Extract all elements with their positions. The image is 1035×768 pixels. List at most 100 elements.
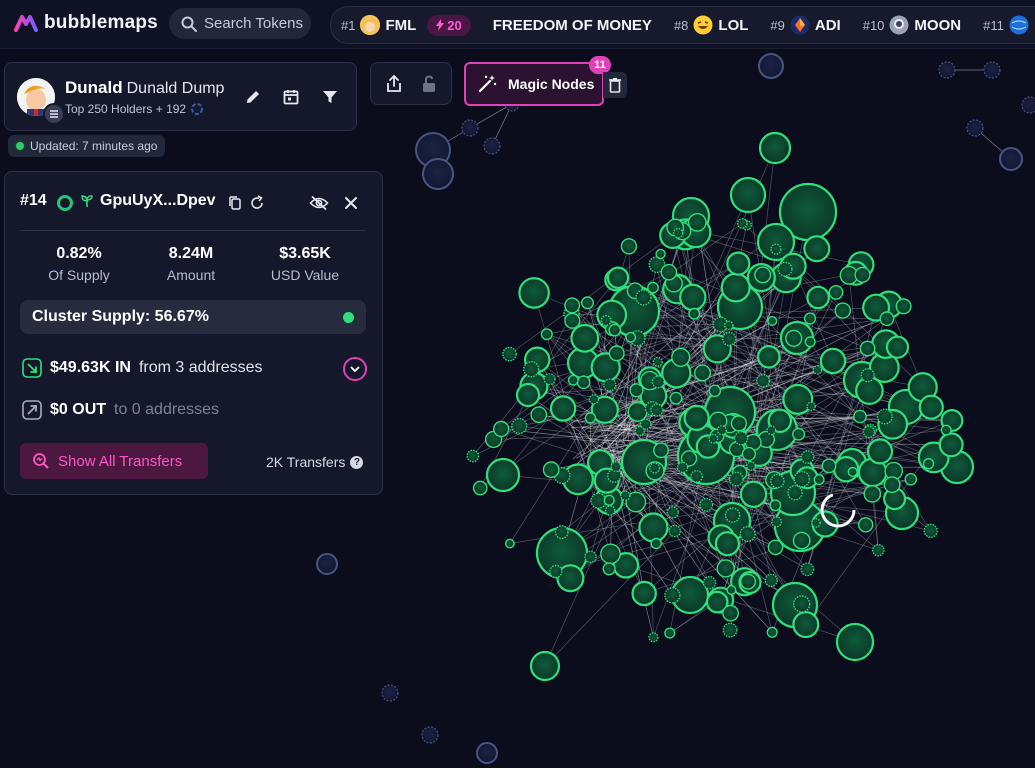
holder-bubble[interactable] — [631, 580, 657, 607]
holder-bubble[interactable] — [918, 394, 944, 420]
holder-bubble[interactable] — [421, 726, 439, 744]
holder-bubble[interactable] — [777, 261, 793, 277]
holder-bubble[interactable] — [758, 53, 784, 79]
holder-bubble[interactable] — [664, 627, 676, 639]
holder-bubble[interactable] — [603, 378, 617, 392]
holder-bubble[interactable] — [567, 374, 579, 386]
holder-bubble[interactable] — [668, 524, 682, 538]
holder-bubble[interactable] — [741, 446, 757, 462]
holder-bubble[interactable] — [756, 373, 770, 388]
holder-bubble[interactable] — [835, 622, 875, 662]
holder-bubble[interactable] — [483, 137, 501, 155]
holder-bubble[interactable] — [651, 375, 665, 389]
share-button[interactable] — [382, 72, 406, 96]
holder-bubble[interactable] — [653, 442, 669, 459]
holder-bubble[interactable] — [999, 147, 1023, 171]
holder-bubble[interactable] — [702, 575, 717, 590]
holder-bubble[interactable] — [812, 365, 823, 375]
holder-bubble[interactable] — [883, 476, 901, 494]
holder-bubble[interactable] — [716, 559, 735, 578]
holder-bubble[interactable] — [564, 312, 581, 329]
holder-bubble[interactable] — [767, 316, 778, 327]
holder-bubble[interactable] — [722, 331, 737, 347]
search-tokens-button[interactable]: Search Tokens — [169, 8, 311, 39]
holder-bubble[interactable] — [683, 404, 710, 431]
holder-bubble[interactable] — [803, 312, 817, 325]
ticker-item-freedom-of-money[interactable]: FREEDOM OF MONEY — [493, 17, 652, 34]
holder-bubble[interactable] — [793, 595, 811, 613]
holder-bubble[interactable] — [690, 469, 703, 483]
holder-bubble[interactable] — [714, 531, 741, 557]
holder-bubble[interactable] — [803, 235, 831, 263]
holder-bubble[interactable] — [785, 329, 803, 347]
holder-bubble[interactable] — [811, 518, 821, 528]
holder-bubble[interactable] — [764, 573, 778, 587]
holder-bubble[interactable] — [588, 394, 600, 405]
holder-bubble[interactable] — [634, 425, 645, 437]
holder-bubble[interactable] — [758, 131, 792, 165]
hide-wallet-button[interactable] — [308, 192, 330, 214]
holder-bubble[interactable] — [570, 323, 600, 353]
holder-bubble[interactable] — [834, 302, 851, 319]
holder-bubble[interactable] — [895, 298, 912, 315]
ticker-item-11[interactable]: #11 — [983, 15, 1029, 35]
holder-bubble[interactable] — [720, 272, 751, 303]
holder-bubble[interactable] — [518, 277, 550, 309]
holder-bubble[interactable] — [923, 523, 938, 538]
holder-bubble[interactable] — [699, 497, 714, 512]
holder-bubble[interactable] — [876, 408, 893, 425]
holder-bubble[interactable] — [872, 543, 885, 557]
holder-bubble[interactable] — [940, 424, 952, 436]
holder-bubble[interactable] — [716, 425, 728, 436]
holder-bubble[interactable] — [726, 585, 737, 596]
holder-bubble[interactable] — [549, 395, 577, 422]
holder-bubble[interactable] — [724, 507, 741, 523]
holder-bubble[interactable] — [529, 650, 561, 682]
refresh-button[interactable] — [246, 192, 268, 214]
holder-bubble[interactable] — [722, 622, 738, 638]
holder-bubble[interactable] — [648, 462, 661, 474]
holder-bubble[interactable] — [650, 537, 662, 550]
holder-bubble[interactable] — [652, 356, 663, 367]
ticker-item-fml[interactable]: #1 FML 20 — [341, 14, 471, 36]
holder-bubble[interactable] — [708, 384, 722, 398]
holder-bubble[interactable] — [862, 425, 876, 438]
holder-bubble[interactable] — [770, 243, 782, 255]
holder-bubble[interactable] — [736, 217, 748, 229]
holder-bubble[interactable] — [688, 307, 701, 320]
holder-bubble[interactable] — [679, 283, 707, 312]
delete-magic-nodes-button[interactable] — [603, 72, 627, 98]
cluster-supply-row[interactable]: Cluster Supply: 56.67% — [20, 300, 366, 334]
holder-bubble[interactable] — [422, 158, 454, 190]
holder-bubble[interactable] — [627, 401, 648, 422]
holder-bubble[interactable] — [676, 461, 689, 474]
holder-bubble[interactable] — [584, 412, 597, 424]
holder-bubble[interactable] — [724, 320, 734, 331]
holder-bubble[interactable] — [671, 347, 691, 367]
ticker-item-adi[interactable]: #9 ADI — [770, 15, 841, 35]
holder-bubble[interactable] — [549, 564, 563, 579]
holder-bubble[interactable] — [866, 438, 894, 465]
holder-bubble[interactable] — [610, 461, 622, 473]
holder-bubble[interactable] — [729, 176, 767, 214]
holder-bubble[interactable] — [859, 340, 876, 357]
holder-bubble[interactable] — [600, 543, 621, 565]
holder-bubble[interactable] — [792, 427, 806, 441]
ticker-item-moon[interactable]: #10 MOON — [863, 15, 961, 35]
filter-button[interactable] — [318, 85, 342, 109]
close-panel-button[interactable] — [340, 192, 362, 214]
holder-bubble[interactable] — [584, 550, 597, 564]
holder-bubble[interactable] — [879, 311, 895, 327]
holder-bubble[interactable] — [767, 539, 784, 556]
holder-bubble[interactable] — [726, 251, 751, 276]
holder-bubble[interactable] — [461, 119, 479, 137]
holder-bubble[interactable] — [620, 238, 638, 255]
holder-bubble[interactable] — [576, 375, 591, 390]
holder-bubble[interactable] — [648, 632, 659, 643]
holder-bubble[interactable] — [472, 480, 488, 496]
holder-bubble[interactable] — [938, 61, 956, 79]
holder-bubble[interactable] — [787, 485, 803, 501]
holder-bubble[interactable] — [638, 512, 669, 543]
holder-bubble[interactable] — [669, 391, 683, 405]
outflow-row[interactable]: $0 OUT to 0 addresses — [22, 400, 219, 420]
